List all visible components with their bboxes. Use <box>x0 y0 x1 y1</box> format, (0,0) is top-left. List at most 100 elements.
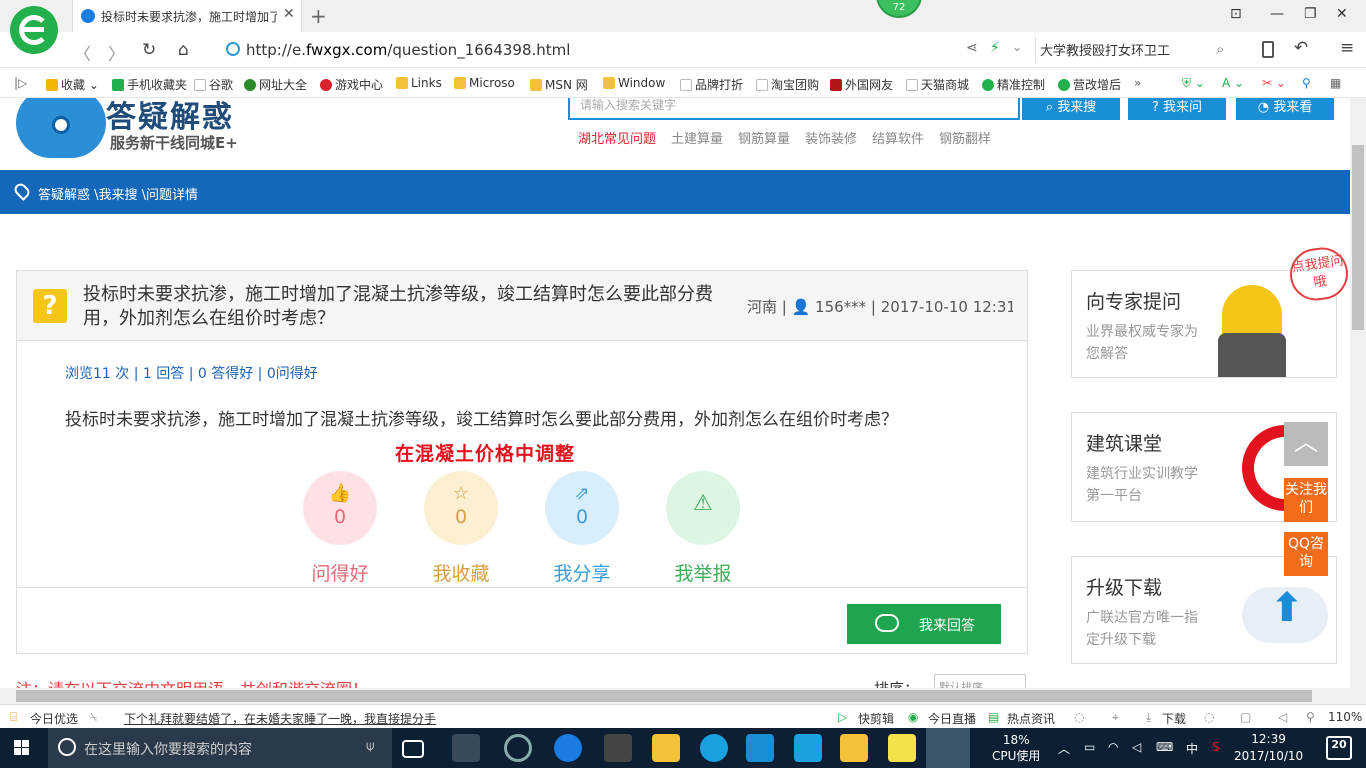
scissors-icon[interactable]: ✂ ⌄ <box>1262 76 1286 90</box>
bookmark-item[interactable]: Window <box>603 76 665 90</box>
tab-close-icon[interactable]: ✕ <box>283 6 295 22</box>
search-engine-field[interactable]: 大学教授殴打女环卫工 <box>1040 40 1170 59</box>
status-item[interactable]: 今日直播 <box>928 710 976 727</box>
hot-link[interactable]: 钢筋算量 <box>738 128 790 147</box>
search-icon[interactable]: ⌕ <box>1216 40 1224 58</box>
zoom-icon[interactable]: ⚲ <box>1306 710 1315 724</box>
view-button[interactable]: ◔ 我来看 <box>1236 98 1334 120</box>
hot-link[interactable]: 湖北常见问题 <box>578 128 656 147</box>
store-icon[interactable] <box>604 734 632 762</box>
grid-icon[interactable]: ▦ <box>1330 76 1341 90</box>
like-question-button[interactable]: 👍 0 <box>303 471 377 545</box>
clock[interactable]: 12:39 2017/10/10 <box>1234 731 1303 765</box>
new-tab-button[interactable]: + <box>310 4 327 28</box>
question-stats[interactable]: 浏览11 次 | 1 回答 | 0 答得好 | 0问得好 <box>65 363 318 383</box>
share-icon[interactable]: ⋖ <box>966 40 978 56</box>
pinwheel-icon[interactable] <box>452 734 480 762</box>
battery-icon[interactable]: ▭ <box>1084 740 1095 754</box>
hot-link[interactable]: 钢筋翻样 <box>939 128 991 147</box>
news-ticker[interactable]: 下个礼拜就要结婚了，在未婚夫家睡了一晚，我直接提分手 <box>124 710 436 727</box>
ime-indicator[interactable]: 中 <box>1186 740 1198 757</box>
plus-app-icon[interactable] <box>794 734 822 762</box>
home-icon[interactable]: ⌂ <box>178 40 189 60</box>
bookmark-item[interactable]: MSN 网 <box>530 76 588 93</box>
help-icon[interactable] <box>888 734 916 762</box>
search-button[interactable]: ⌕ 我来搜 <box>1022 98 1120 120</box>
sort-select[interactable]: 默认排序 <box>934 674 1026 688</box>
answer-button[interactable]: 我来回答 <box>847 604 1001 644</box>
skin-icon[interactable]: ⊡ <box>1230 6 1242 22</box>
cpu-meter[interactable]: 18% CPU使用 <box>992 732 1040 764</box>
report-button[interactable]: ⚠ <box>666 471 740 545</box>
vertical-scroll-thumb[interactable] <box>1352 145 1364 330</box>
window-icon[interactable]: ▢ <box>1240 710 1251 724</box>
bookmark-item[interactable]: 营改增后 <box>1058 76 1121 93</box>
lightning-icon[interactable]: ⚡ <box>990 40 1000 56</box>
glodon-icon[interactable] <box>746 734 774 762</box>
ie-icon[interactable] <box>700 734 728 762</box>
site-title[interactable]: 答疑解惑 <box>106 98 234 136</box>
refresh-icon[interactable]: ↻ <box>142 40 156 60</box>
hot-link[interactable]: 土建算量 <box>671 128 723 147</box>
today-picks-link[interactable]: 今日优选 <box>30 710 78 727</box>
bookmark-item[interactable]: 手机收藏夹 <box>112 76 187 93</box>
task-view-icon[interactable] <box>402 740 424 758</box>
notification-center-icon[interactable]: 20 <box>1326 736 1352 760</box>
translate-icon[interactable]: A ⌄ <box>1222 76 1244 90</box>
bookmark-item[interactable]: 天猫商城 <box>906 76 969 93</box>
like-label[interactable]: 问得好 <box>303 559 377 586</box>
explorer-icon[interactable] <box>652 734 680 762</box>
share-label[interactable]: 我分享 <box>545 559 619 586</box>
wifi-icon[interactable]: ◠ <box>1108 740 1118 754</box>
keyboard-icon[interactable]: ⌨ <box>1156 740 1173 754</box>
browser-taskbar-icon[interactable] <box>926 728 970 768</box>
speed-icon[interactable]: ◌ <box>1074 710 1084 724</box>
minimize-button[interactable]: — <box>1270 6 1284 22</box>
shield-icon[interactable]: ⛨ ⌄ <box>1182 76 1205 91</box>
forward-icon[interactable]: 〉 <box>108 40 125 65</box>
mobile-icon[interactable] <box>1262 41 1274 58</box>
bookmark-item[interactable]: 谷歌 <box>194 76 233 93</box>
chevron-down-icon[interactable]: ⌄ <box>1012 40 1022 54</box>
report-label[interactable]: 我举报 <box>666 559 740 586</box>
bookmark-item[interactable]: Links <box>396 76 442 90</box>
hot-link[interactable]: 装饰装修 <box>805 128 857 147</box>
back-to-top-button[interactable]: ︿ <box>1284 422 1328 466</box>
zoom-level[interactable]: 110% <box>1328 710 1362 724</box>
app-icon[interactable] <box>504 734 532 762</box>
bookmark-item[interactable]: 网址大全 <box>244 76 307 93</box>
bookmark-item[interactable]: 外国网友 <box>830 76 893 93</box>
sogou-icon[interactable]: S <box>1212 740 1220 754</box>
tab-active[interactable]: 投标时未要求抗渗，施工时增加了 ✕ <box>72 0 302 32</box>
more-bookmarks-icon[interactable]: » <box>1134 76 1141 90</box>
menu-icon[interactable]: ≡ <box>1340 38 1354 58</box>
bookmark-item[interactable]: Microso <box>454 76 515 90</box>
notes-icon[interactable] <box>840 734 868 762</box>
download-icon[interactable]: ⤓ <box>1146 710 1151 725</box>
chevron-up-icon[interactable]: ︿ <box>1058 740 1070 757</box>
status-item[interactable]: 快剪辑 <box>858 710 894 727</box>
ask-button[interactable]: ? 我来问 <box>1128 98 1226 120</box>
microphone-icon[interactable]: ⍦ <box>366 738 374 754</box>
hot-link[interactable]: 结算软件 <box>872 128 924 147</box>
volume-icon[interactable]: ◁ <box>1132 740 1141 754</box>
magnify-icon[interactable]: ⚲ <box>1302 76 1311 90</box>
favorite-label[interactable]: 我收藏 <box>424 559 498 586</box>
sidebar-toggle-icon[interactable]: |▷ <box>14 76 27 90</box>
browser-logo-icon[interactable] <box>10 6 58 54</box>
mute-icon[interactable]: ◁ <box>1278 710 1287 724</box>
qq-consult-button[interactable]: QQ咨询 <box>1284 532 1328 576</box>
maximize-button[interactable]: ❐ <box>1304 6 1317 22</box>
follow-button[interactable]: 关注我们 <box>1284 478 1328 522</box>
status-item[interactable]: 热点资讯 <box>1007 710 1055 727</box>
bookmark-item[interactable]: 收藏 ⌄ <box>46 76 99 93</box>
bookmark-item[interactable]: 精准控制 <box>982 76 1045 93</box>
url-field[interactable]: http://e.fwxgx.com/question_1664398.html… <box>216 37 1036 63</box>
edge-icon[interactable] <box>554 734 582 762</box>
undo-icon[interactable]: ↶ <box>1294 38 1308 58</box>
bookmark-item[interactable]: 游戏中心 <box>320 76 383 93</box>
taskbar-search-input[interactable]: 在这里输入你要搜索的内容 ⍦ <box>48 728 392 768</box>
bookmark-item[interactable]: 淘宝团购 <box>756 76 819 93</box>
pin-icon[interactable]: ⌖ <box>1112 710 1119 725</box>
favorite-button[interactable]: ☆ 0 <box>424 471 498 545</box>
